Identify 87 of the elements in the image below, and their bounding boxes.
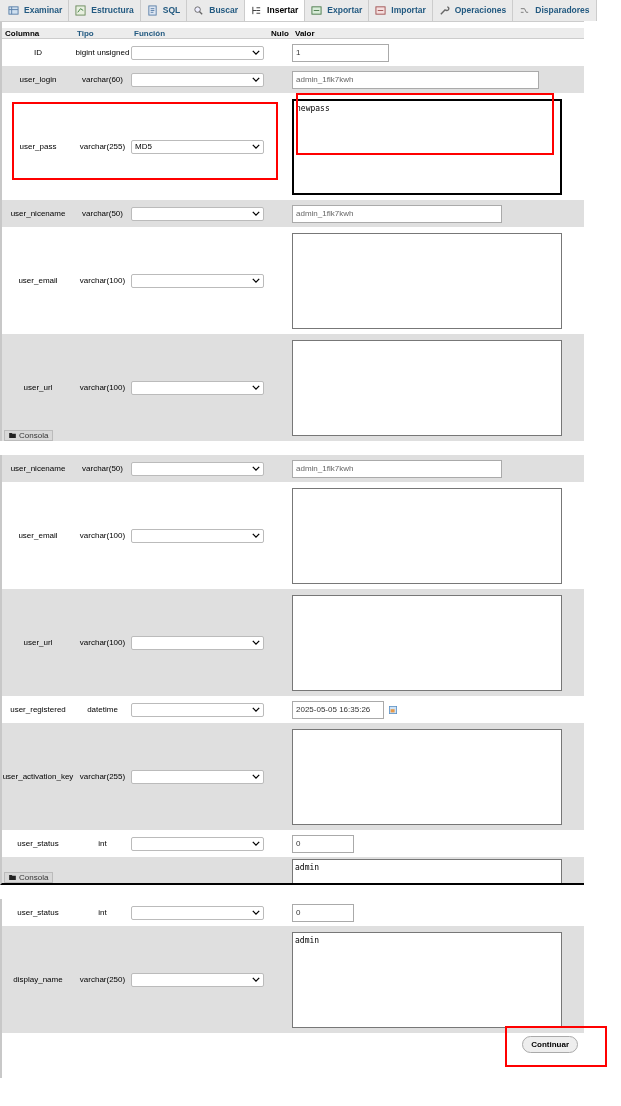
chevron-icon xyxy=(252,211,260,216)
chevron-icon xyxy=(252,144,260,149)
function-select[interactable]: MD5 xyxy=(131,139,264,154)
column-header[interactable]: Tipo xyxy=(77,28,94,40)
column-type: datetime xyxy=(87,703,118,716)
text-area[interactable] xyxy=(292,728,562,825)
chart-icon xyxy=(75,5,87,16)
chevron-icon xyxy=(252,533,260,538)
column-name: ID xyxy=(34,46,42,59)
chevron-icon xyxy=(252,50,260,55)
function-select[interactable] xyxy=(131,702,264,717)
column-type: int xyxy=(98,837,107,850)
lines-icon xyxy=(519,5,531,16)
column-name: user_email xyxy=(18,274,58,287)
text-area[interactable]: admin xyxy=(292,859,562,883)
text-area[interactable] xyxy=(292,232,562,329)
column-type: bigint unsigned xyxy=(75,46,130,59)
function-select[interactable] xyxy=(131,836,264,851)
function-select[interactable] xyxy=(131,528,264,543)
function-select[interactable] xyxy=(131,972,264,987)
text-input[interactable]: admin_1flk7kwh xyxy=(292,459,502,478)
column-type: varchar(50) xyxy=(82,462,123,475)
document-icon xyxy=(146,5,158,16)
column-name: user_registered xyxy=(10,703,66,716)
column-name: display_name xyxy=(13,973,63,986)
column-name: user_nicename xyxy=(10,462,66,475)
column-name: user_login xyxy=(19,73,57,86)
function-select[interactable] xyxy=(131,380,264,395)
text-area[interactable]: admin xyxy=(292,931,562,1028)
folder-icon xyxy=(9,875,16,880)
function-select[interactable] xyxy=(131,461,264,476)
column-name: user_status xyxy=(17,837,59,850)
function-select[interactable] xyxy=(131,769,264,784)
function-select[interactable] xyxy=(131,273,264,288)
column-header: Valor xyxy=(295,28,315,40)
text-input[interactable]: 0 xyxy=(292,903,354,922)
column-type: varchar(60) xyxy=(82,73,123,86)
wrench-icon xyxy=(438,5,450,16)
column-name: user_status xyxy=(17,906,59,919)
text-input[interactable]: admin_1flk7kwh xyxy=(292,204,502,223)
tab[interactable]: Insertar xyxy=(245,0,306,21)
text-area[interactable] xyxy=(292,594,562,691)
column-name: user_pass xyxy=(19,140,57,153)
column-type: varchar(50) xyxy=(82,207,123,220)
continue-button[interactable]: Continuar xyxy=(522,1036,578,1053)
column-name: user_nicename xyxy=(10,207,66,220)
column-type: int xyxy=(98,906,107,919)
column-type: varchar(100) xyxy=(79,529,126,542)
chevron-icon xyxy=(252,707,260,712)
function-select[interactable] xyxy=(131,206,264,221)
function-select[interactable] xyxy=(131,72,264,87)
calendar-icon[interactable] xyxy=(389,705,397,714)
column-name: user_email xyxy=(18,529,58,542)
chevron-icon xyxy=(252,466,260,471)
text-input[interactable]: 0 xyxy=(292,834,354,853)
column-header: Columna xyxy=(5,28,40,40)
column-type: varchar(100) xyxy=(79,274,126,287)
function-select[interactable] xyxy=(131,45,264,60)
console-tab[interactable]: Consola xyxy=(4,872,54,883)
column-type: varchar(250) xyxy=(79,973,126,986)
chevron-icon xyxy=(252,77,260,82)
column-name: user_url xyxy=(23,381,53,394)
column-name: user_activation_key xyxy=(2,770,74,783)
text-area[interactable] xyxy=(292,487,562,584)
chevron-icon xyxy=(252,774,260,779)
column-type: varchar(255) xyxy=(79,140,126,153)
chevron-icon xyxy=(252,910,260,915)
column-header: Nulo xyxy=(271,28,289,40)
chevron-icon xyxy=(252,841,260,846)
text-input[interactable]: 2025-05-05 16:35:26 xyxy=(292,700,384,719)
text-input[interactable]: 1 xyxy=(292,43,389,62)
column-name: user_url xyxy=(23,636,53,649)
text-area[interactable] xyxy=(292,339,562,436)
console-tab[interactable]: Consola xyxy=(4,430,54,441)
text-input[interactable]: admin_1flk7kwh xyxy=(292,70,539,89)
column-type: varchar(100) xyxy=(79,381,126,394)
column-type: varchar(100) xyxy=(79,636,126,649)
chevron-icon xyxy=(252,640,260,645)
chevron-icon xyxy=(252,278,260,283)
chevron-icon xyxy=(252,977,260,982)
folder-icon xyxy=(9,433,16,438)
column-type: varchar(255) xyxy=(79,770,126,783)
column-header[interactable]: Función xyxy=(134,28,166,40)
function-select[interactable] xyxy=(131,905,264,920)
function-select[interactable] xyxy=(131,635,264,650)
search-icon xyxy=(193,5,205,16)
chevron-icon xyxy=(252,385,260,390)
